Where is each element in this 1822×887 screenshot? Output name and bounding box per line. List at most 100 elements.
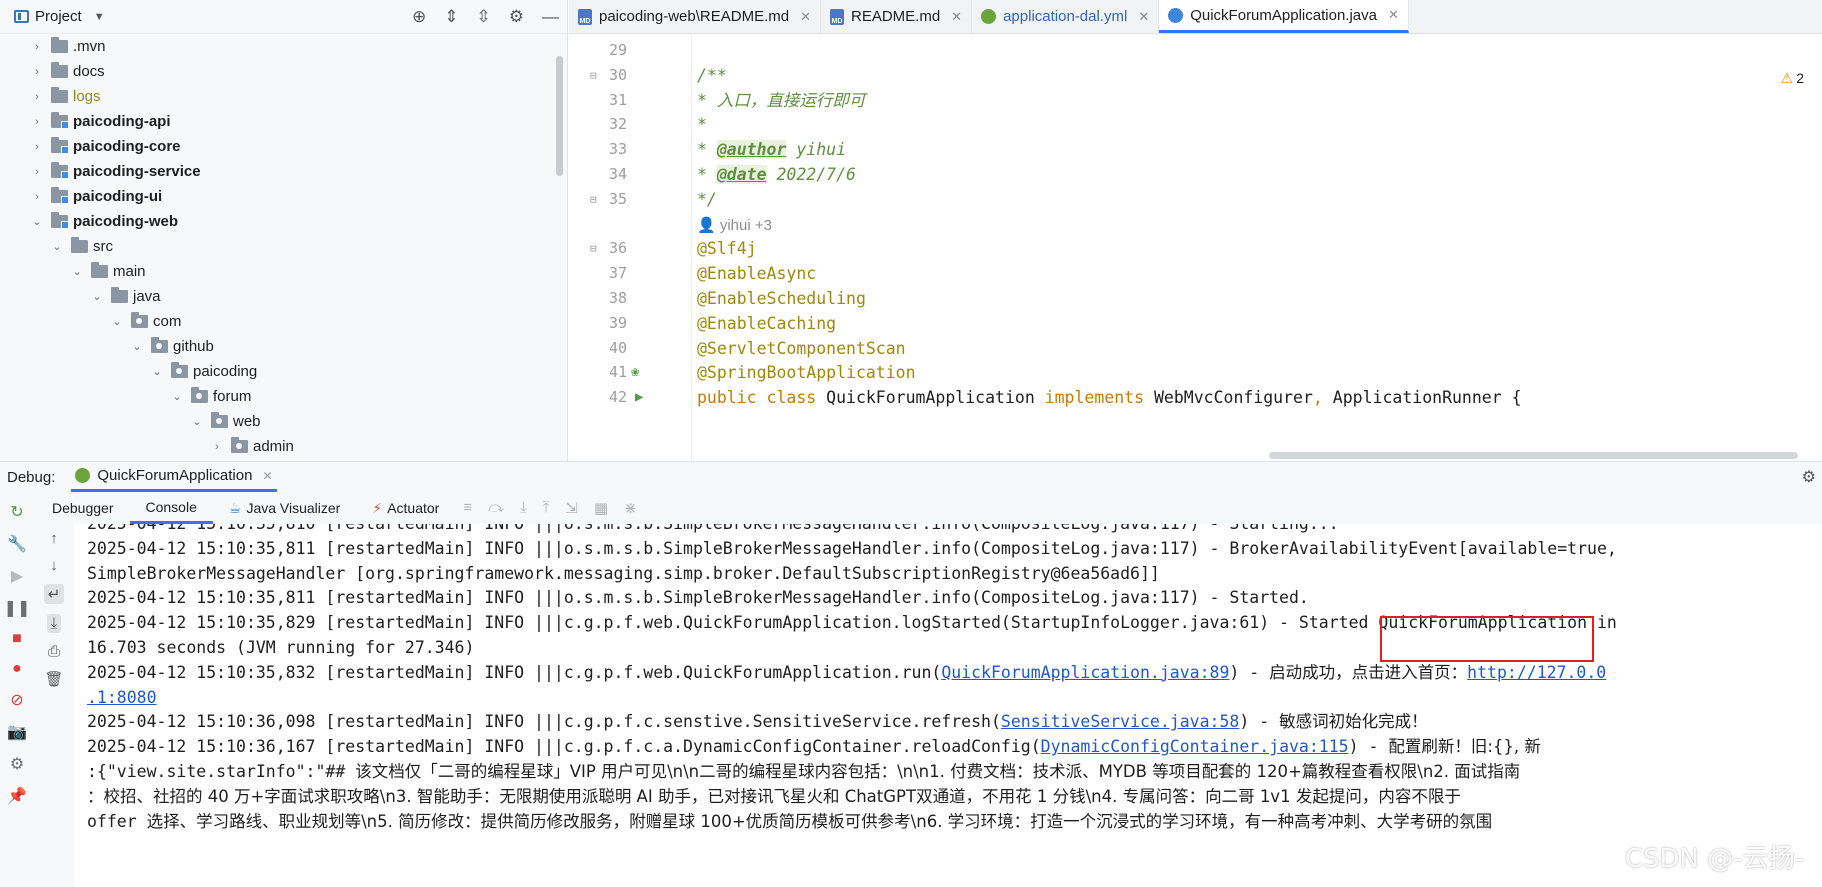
close-icon[interactable]: ✕ <box>800 9 811 25</box>
up-arrow-icon[interactable]: ↑ <box>50 530 58 547</box>
tree-node[interactable]: › logs <box>0 84 567 109</box>
step-into-icon[interactable]: ⤼ <box>488 499 504 517</box>
close-icon[interactable]: ✕ <box>1388 7 1399 23</box>
pin-icon[interactable]: 📌 <box>7 786 27 806</box>
tree-node[interactable]: ⌄ web <box>0 409 567 434</box>
gear-icon[interactable]: ⚙ <box>1802 467 1816 487</box>
chevron-right-icon[interactable]: › <box>30 91 44 103</box>
view-breakpoints-icon[interactable]: ● <box>12 660 22 678</box>
gear-icon[interactable]: ⚙ <box>509 7 524 27</box>
console-link[interactable]: SensitiveService.java:58 <box>1001 712 1239 731</box>
chevron-right-icon[interactable]: › <box>30 41 44 53</box>
chevron-down-icon[interactable]: ⌄ <box>30 215 44 228</box>
pause-icon[interactable]: ❚❚ <box>4 598 31 618</box>
trash-icon[interactable]: 🗑 <box>44 670 63 688</box>
chevron-down-icon[interactable]: ⌄ <box>190 415 204 428</box>
debug-tab-actuator[interactable]: ⚡ Actuator <box>356 492 455 524</box>
tree-node[interactable]: ⌄ src <box>0 234 567 259</box>
chevron-down-icon[interactable]: ⌄ <box>110 315 124 328</box>
chevron-down-icon[interactable]: ⌄ <box>70 265 84 278</box>
console-line: 2025-04-12 15:10:35,810 [restartedMain] … <box>87 524 1339 536</box>
settings-icon[interactable]: ⚙ <box>10 754 24 774</box>
console-link[interactable]: http://127.0.0 <box>1467 663 1606 682</box>
tree-node[interactable]: ⌄ main <box>0 259 567 284</box>
fold-icon[interactable]: ⊟ <box>590 236 597 261</box>
close-icon[interactable]: ✕ <box>951 9 962 25</box>
line-number: 34 <box>608 165 627 183</box>
force-step-into-icon[interactable]: ⤓ <box>520 499 527 517</box>
editor-tab[interactable]: QuickForumApplication.java ✕ <box>1159 0 1409 33</box>
chevron-right-icon[interactable]: › <box>30 166 44 178</box>
rerun-icon[interactable]: ↻ <box>10 502 23 522</box>
tree-node[interactable]: › .mvn <box>0 34 567 59</box>
debug-session-tab[interactable]: QuickForumApplication ✕ <box>71 462 277 492</box>
down-arrow-icon[interactable]: ↓ <box>50 557 58 574</box>
trace-icon[interactable]: ⋇ <box>624 499 637 517</box>
tree-node[interactable]: ⌄ github <box>0 334 567 359</box>
locate-icon[interactable]: ⊕ <box>412 7 426 27</box>
scroll-to-end-icon[interactable]: ⤓ <box>46 614 62 633</box>
tree-node[interactable]: ⌄ forum <box>0 384 567 409</box>
tree-node[interactable]: ⌄ com <box>0 309 567 334</box>
chevron-right-icon[interactable]: › <box>30 141 44 153</box>
code-area[interactable]: ⚠ 2 29 30 ⊟/** 31 * 入口，直接运行即可 32 * 33 * @autho… <box>569 34 1822 461</box>
spring-bean-icon[interactable]: ❀ <box>631 360 639 385</box>
run-to-cursor-icon[interactable]: ⇲ <box>565 499 578 517</box>
expand-all-icon[interactable]: ⇕ <box>444 7 458 27</box>
tree-node[interactable]: ⌄ paicoding-web <box>0 209 567 234</box>
camera-icon[interactable]: 📷 <box>7 722 27 742</box>
chevron-down-icon[interactable]: ⌄ <box>150 365 164 378</box>
resume-icon[interactable]: ▶ <box>11 566 23 586</box>
close-icon[interactable]: ✕ <box>1138 9 1149 25</box>
console-link[interactable]: QuickForumApplication.java:89 <box>941 663 1229 682</box>
collapse-all-icon[interactable]: ⇳ <box>477 7 491 27</box>
tree-node[interactable]: › paicoding-api <box>0 109 567 134</box>
chevron-down-icon[interactable]: ▼ <box>94 11 105 23</box>
debug-tab-debugger[interactable]: Debugger <box>36 492 130 524</box>
mute-breakpoints-icon[interactable]: ⊘ <box>10 690 23 710</box>
print-icon[interactable]: ⎙ <box>48 643 60 660</box>
chevron-down-icon[interactable]: ⌄ <box>50 240 64 253</box>
spring-run-icon <box>75 468 91 483</box>
editor-tab[interactable]: MD README.md ✕ <box>821 0 973 33</box>
fold-icon[interactable]: ⊟ <box>590 63 597 88</box>
chevron-down-icon[interactable]: ⌄ <box>90 290 104 303</box>
run-icon[interactable]: ▶ <box>635 385 643 410</box>
debug-tab-java-visualizer[interactable]: ☕ Java Visualizer <box>213 492 356 524</box>
chevron-right-icon[interactable]: › <box>30 66 44 78</box>
code-token: @EnableScheduling <box>697 289 866 308</box>
editor-tab[interactable]: application-dal.yml ✕ <box>972 0 1160 33</box>
console-link[interactable]: DynamicConfigContainer.java:115 <box>1041 737 1349 756</box>
author-hint[interactable]: 👤 yihui +3 <box>697 217 772 234</box>
debug-tab-console[interactable]: Console <box>129 492 213 524</box>
console-link[interactable]: .1:8080 <box>87 688 157 707</box>
stop-icon[interactable]: ■ <box>12 630 22 648</box>
tree-scrollbar[interactable] <box>556 56 563 176</box>
soft-wrap-icon[interactable]: ↵ <box>43 584 65 604</box>
code-text: @ServletComponentScan <box>697 336 906 361</box>
tree-node[interactable]: › admin <box>0 434 567 459</box>
fold-icon[interactable]: ⊟ <box>590 187 597 212</box>
close-icon[interactable]: ✕ <box>262 469 272 483</box>
tree-node[interactable]: › paicoding-ui <box>0 184 567 209</box>
editor-hscrollbar[interactable] <box>1269 452 1798 459</box>
tree-node[interactable]: › paicoding-core <box>0 134 567 159</box>
step-over-icon[interactable]: ≡ <box>463 499 472 517</box>
wrench-icon[interactable]: 🔧 <box>7 534 27 554</box>
editor-tab[interactable]: MD paicoding-web\README.md ✕ <box>569 0 821 33</box>
minimize-icon[interactable]: — <box>542 7 559 27</box>
step-out-icon[interactable]: ⤒ <box>543 499 550 517</box>
evaluate-icon[interactable]: ▦ <box>594 499 608 517</box>
tree-node[interactable]: › docs <box>0 59 567 84</box>
chevron-right-icon[interactable]: › <box>30 116 44 128</box>
tree-node-label: paicoding-service <box>73 163 201 180</box>
tree-node[interactable]: › paicoding-service <box>0 159 567 184</box>
tree-node[interactable]: ⌄ java <box>0 284 567 309</box>
project-title[interactable]: Project <box>35 8 82 25</box>
chevron-right-icon[interactable]: › <box>30 191 44 203</box>
chevron-down-icon[interactable]: ⌄ <box>130 340 144 353</box>
console-output[interactable]: 2025-04-12 15:10:35,810 [restartedMain] … <box>74 524 1822 887</box>
tree-node[interactable]: ⌄ paicoding <box>0 359 567 384</box>
chevron-right-icon[interactable]: › <box>210 441 224 453</box>
chevron-down-icon[interactable]: ⌄ <box>170 390 184 403</box>
